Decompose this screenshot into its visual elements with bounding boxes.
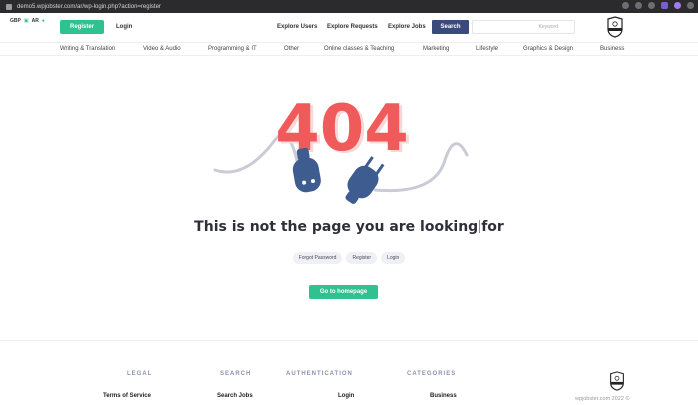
browser-toolbar: [622, 2, 694, 9]
currency-language-switcher[interactable]: GBP ▣ AR ●: [10, 18, 45, 24]
menu-icon[interactable]: [687, 2, 694, 9]
nav-explore-jobs[interactable]: Explore Jobs: [388, 24, 426, 30]
category-item[interactable]: Video & Audio: [143, 46, 181, 52]
category-item[interactable]: Writing & Translation: [60, 46, 115, 52]
copyright-text: wpjobster.com 2022 ©: [575, 396, 630, 402]
flag-icon: ▣: [23, 18, 29, 24]
footer-heading-auth: AUTHENTICATION: [286, 371, 353, 377]
jobster-logo[interactable]: [606, 16, 624, 38]
site-footer: LEGAL SEARCH AUTHENTICATION CATEGORIES T…: [0, 340, 698, 405]
forgot-password-link[interactable]: Forgot Password: [292, 252, 343, 264]
currency-label[interactable]: GBP: [10, 18, 21, 24]
footer-link-login[interactable]: Login: [338, 393, 354, 399]
footer-link-search-jobs[interactable]: Search Jobs: [217, 393, 253, 399]
star-icon[interactable]: [648, 2, 655, 9]
auth-links: Forgot Password Register Login: [0, 252, 698, 264]
search-button[interactable]: Search: [432, 20, 469, 34]
login-link[interactable]: Login: [116, 24, 132, 30]
category-item[interactable]: Lifestyle: [476, 46, 498, 52]
url-text[interactable]: demo5.wpjobster.com/ar/wp-login.php?acti…: [17, 4, 161, 10]
globe-icon: ●: [41, 18, 45, 24]
nav-explore-users[interactable]: Explore Users: [277, 24, 317, 30]
key-icon[interactable]: [622, 2, 629, 9]
category-item[interactable]: Business: [600, 46, 624, 52]
error-code: 404: [275, 92, 409, 166]
search-input[interactable]: Keyword: [472, 20, 575, 34]
headline-text-end: for: [481, 219, 504, 235]
category-nav: Writing & Translation Video & Audio Prog…: [0, 42, 698, 56]
lock-icon: [6, 3, 12, 10]
register-link[interactable]: Register: [346, 252, 378, 264]
register-button[interactable]: Register: [60, 20, 104, 34]
footer-jobster-logo[interactable]: [607, 371, 627, 391]
share-icon[interactable]: [635, 2, 642, 9]
headline-text-main: This is not the page you are looking: [194, 219, 479, 235]
extension-icon[interactable]: [661, 2, 668, 9]
site-header: GBP ▣ AR ● Register Login Explore Users …: [0, 13, 698, 42]
language-label[interactable]: AR: [32, 18, 39, 24]
browser-address-bar: demo5.wpjobster.com/ar/wp-login.php?acti…: [0, 0, 698, 13]
category-item[interactable]: Graphics & Design: [523, 46, 573, 52]
footer-link-business[interactable]: Business: [430, 393, 457, 399]
nav-explore-requests[interactable]: Explore Requests: [327, 24, 378, 30]
category-item[interactable]: Online classes & Teaching: [324, 46, 394, 52]
footer-heading-search: SEARCH: [220, 371, 252, 377]
error-illustration: 404 404: [205, 80, 485, 220]
category-item[interactable]: Other: [284, 46, 299, 52]
footer-heading-legal: LEGAL: [127, 371, 153, 377]
go-home-button[interactable]: Go to homepage: [309, 285, 378, 299]
login-pill-link[interactable]: Login: [381, 252, 406, 264]
footer-link-terms[interactable]: Terms of Service: [103, 393, 151, 399]
error-headline: This is not the page you are looking for: [0, 219, 698, 235]
footer-heading-categories: CATEGORIES: [407, 371, 457, 377]
category-item[interactable]: Marketing: [423, 46, 449, 52]
profile-icon[interactable]: [674, 2, 681, 9]
category-item[interactable]: Programming & IT: [208, 46, 257, 52]
